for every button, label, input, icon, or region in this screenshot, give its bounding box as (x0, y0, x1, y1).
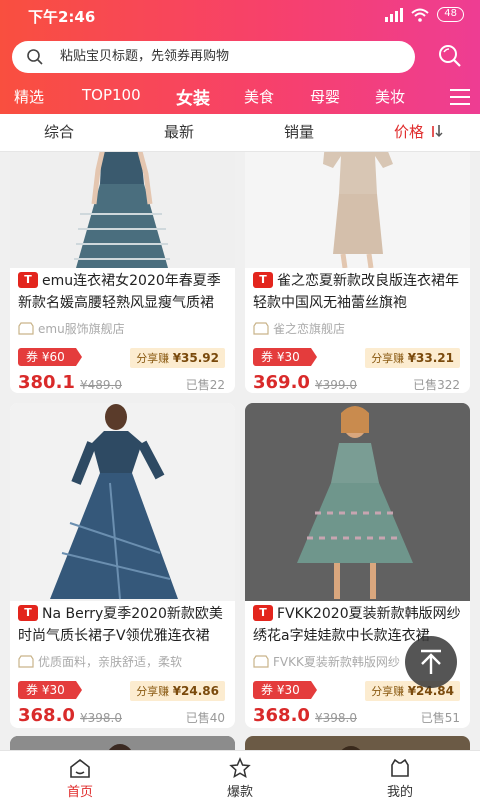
arrow-up-icon (421, 649, 441, 674)
menu-icon[interactable] (450, 89, 470, 105)
product-image (10, 736, 235, 750)
sort-comprehensive[interactable]: 综合 (44, 114, 74, 150)
coupon-badge[interactable]: 券 ¥30 (18, 681, 82, 699)
share-earn-button[interactable]: 分享赚 ¥33.21 (365, 348, 460, 368)
sold-count: 已售22 (185, 378, 225, 392)
sold-count: 已售51 (420, 711, 460, 725)
share-amount: ¥33.21 (407, 351, 454, 365)
product-price: 380.1 (18, 372, 75, 393)
shop-name-label: FVKK夏装新款韩版网纱 (273, 655, 400, 669)
sort-price[interactable]: 价格 (394, 114, 443, 150)
signal-icon (385, 7, 404, 22)
shop-name-label: 优质面料，亲肤舒适，柔软 (38, 655, 183, 669)
status-bar: 下午2:46 48 (0, 0, 480, 30)
tab-top100[interactable]: TOP100 (82, 86, 141, 104)
sort-bar: 综合 最新 销量 价格 (0, 114, 480, 152)
status-time: 下午2:46 (28, 8, 96, 26)
original-price: ¥399.0 (315, 378, 357, 392)
share-earn-button[interactable]: 分享赚 ¥24.86 (130, 681, 225, 701)
shop-icon (253, 322, 269, 335)
search-button-icon[interactable] (436, 42, 464, 70)
tab-home-label: 首页 (66, 785, 93, 800)
star-icon (229, 757, 251, 779)
sort-arrows-icon (431, 125, 443, 137)
product-card[interactable] (10, 736, 235, 750)
product-image (245, 736, 470, 750)
share-label: 分享赚 (371, 685, 405, 698)
shop-name[interactable]: 优质面料，亲肤舒适，柔软 (18, 653, 182, 670)
sort-price-label: 价格 (394, 123, 425, 141)
product-card[interactable]: T Na Berry夏季2020新款欧美时尚气质长裙子V领优雅连衣裙 优质面料，… (10, 403, 235, 728)
share-label: 分享赚 (371, 352, 405, 365)
product-title: emu连衣裙女2020年春夏季新款名媛高腰轻熟风显瘦气质裙 (18, 273, 221, 311)
product-card[interactable] (245, 736, 470, 750)
tab-hot-label: 爆款 (226, 785, 253, 800)
app-header: 下午2:46 48 粘贴宝贝标题，先领券再购物 精选 TOP100 女装 美食 (0, 0, 480, 114)
shop-name[interactable]: FVKK夏装新款韩版网纱 (253, 653, 400, 670)
coupon-badge[interactable]: 券 ¥60 (18, 348, 82, 366)
product-price: 368.0 (18, 705, 75, 726)
product-image (245, 403, 470, 601)
shop-icon (18, 322, 34, 335)
home-icon (70, 758, 90, 778)
product-price: 369.0 (253, 372, 310, 393)
status-icons: 48 (385, 7, 464, 22)
search-placeholder: 粘贴宝贝标题，先领券再购物 (60, 49, 230, 64)
bottom-tab-bar: 首页 爆款 我的 (0, 750, 480, 800)
coupon-badge[interactable]: 券 ¥30 (253, 681, 317, 699)
tab-food[interactable]: 美食 (244, 86, 274, 107)
tab-hot[interactable]: 爆款 (200, 751, 280, 800)
sold-count: 已售40 (185, 711, 225, 725)
tab-baby[interactable]: 母婴 (310, 86, 340, 107)
share-label: 分享赚 (136, 685, 170, 698)
original-price: ¥489.0 (80, 378, 122, 392)
shop-icon (253, 655, 269, 668)
wifi-icon (411, 8, 429, 22)
product-image (10, 403, 235, 601)
original-price: ¥398.0 (315, 711, 357, 725)
sold-count: 已售322 (413, 378, 460, 392)
profile-icon (391, 758, 409, 777)
sort-sales[interactable]: 销量 (284, 114, 314, 150)
sort-newest[interactable]: 最新 (164, 114, 194, 150)
search-input[interactable]: 粘贴宝贝标题，先领券再购物 (12, 41, 415, 73)
product-price: 368.0 (253, 705, 310, 726)
product-title: 雀之恋夏新款改良版连衣裙年轻款中国风无袖蕾丝旗袍 (253, 273, 459, 311)
category-tabs: 精选 TOP100 女装 美食 母婴 美妆 (0, 80, 480, 114)
shop-name[interactable]: emu服饰旗舰店 (18, 320, 125, 337)
share-earn-button[interactable]: 分享赚 ¥35.92 (130, 348, 225, 368)
battery-icon: 48 (437, 7, 464, 22)
shop-name-label: emu服饰旗舰店 (38, 322, 125, 336)
original-price: ¥398.0 (80, 711, 122, 725)
back-to-top-button[interactable] (405, 636, 457, 688)
tab-beauty[interactable]: 美妆 (375, 86, 405, 107)
shop-name[interactable]: 雀之恋旗舰店 (253, 320, 345, 337)
tab-profile-label: 我的 (386, 785, 413, 800)
tab-womens-clothing[interactable]: 女装 (176, 84, 210, 109)
product-image (10, 152, 235, 268)
shop-name-label: 雀之恋旗舰店 (273, 322, 346, 336)
shop-icon (18, 655, 34, 668)
tab-home[interactable]: 首页 (40, 751, 120, 800)
product-title: Na Berry夏季2020新款欧美时尚气质长裙子V领优雅连衣裙 (18, 606, 223, 644)
share-amount: ¥35.92 (172, 351, 219, 365)
product-card[interactable]: T 雀之恋夏新款改良版连衣裙年轻款中国风无袖蕾丝旗袍 雀之恋旗舰店 券 ¥30 … (245, 152, 470, 393)
product-image (245, 152, 470, 268)
search-icon (27, 49, 43, 65)
share-amount: ¥24.86 (172, 684, 219, 698)
tab-jingxuan[interactable]: 精选 (14, 86, 44, 107)
product-card[interactable]: T emu连衣裙女2020年春夏季新款名媛高腰轻熟风显瘦气质裙 emu服饰旗舰店… (10, 152, 235, 393)
tab-profile[interactable]: 我的 (360, 751, 440, 800)
share-label: 分享赚 (136, 352, 170, 365)
coupon-badge[interactable]: 券 ¥30 (253, 348, 317, 366)
